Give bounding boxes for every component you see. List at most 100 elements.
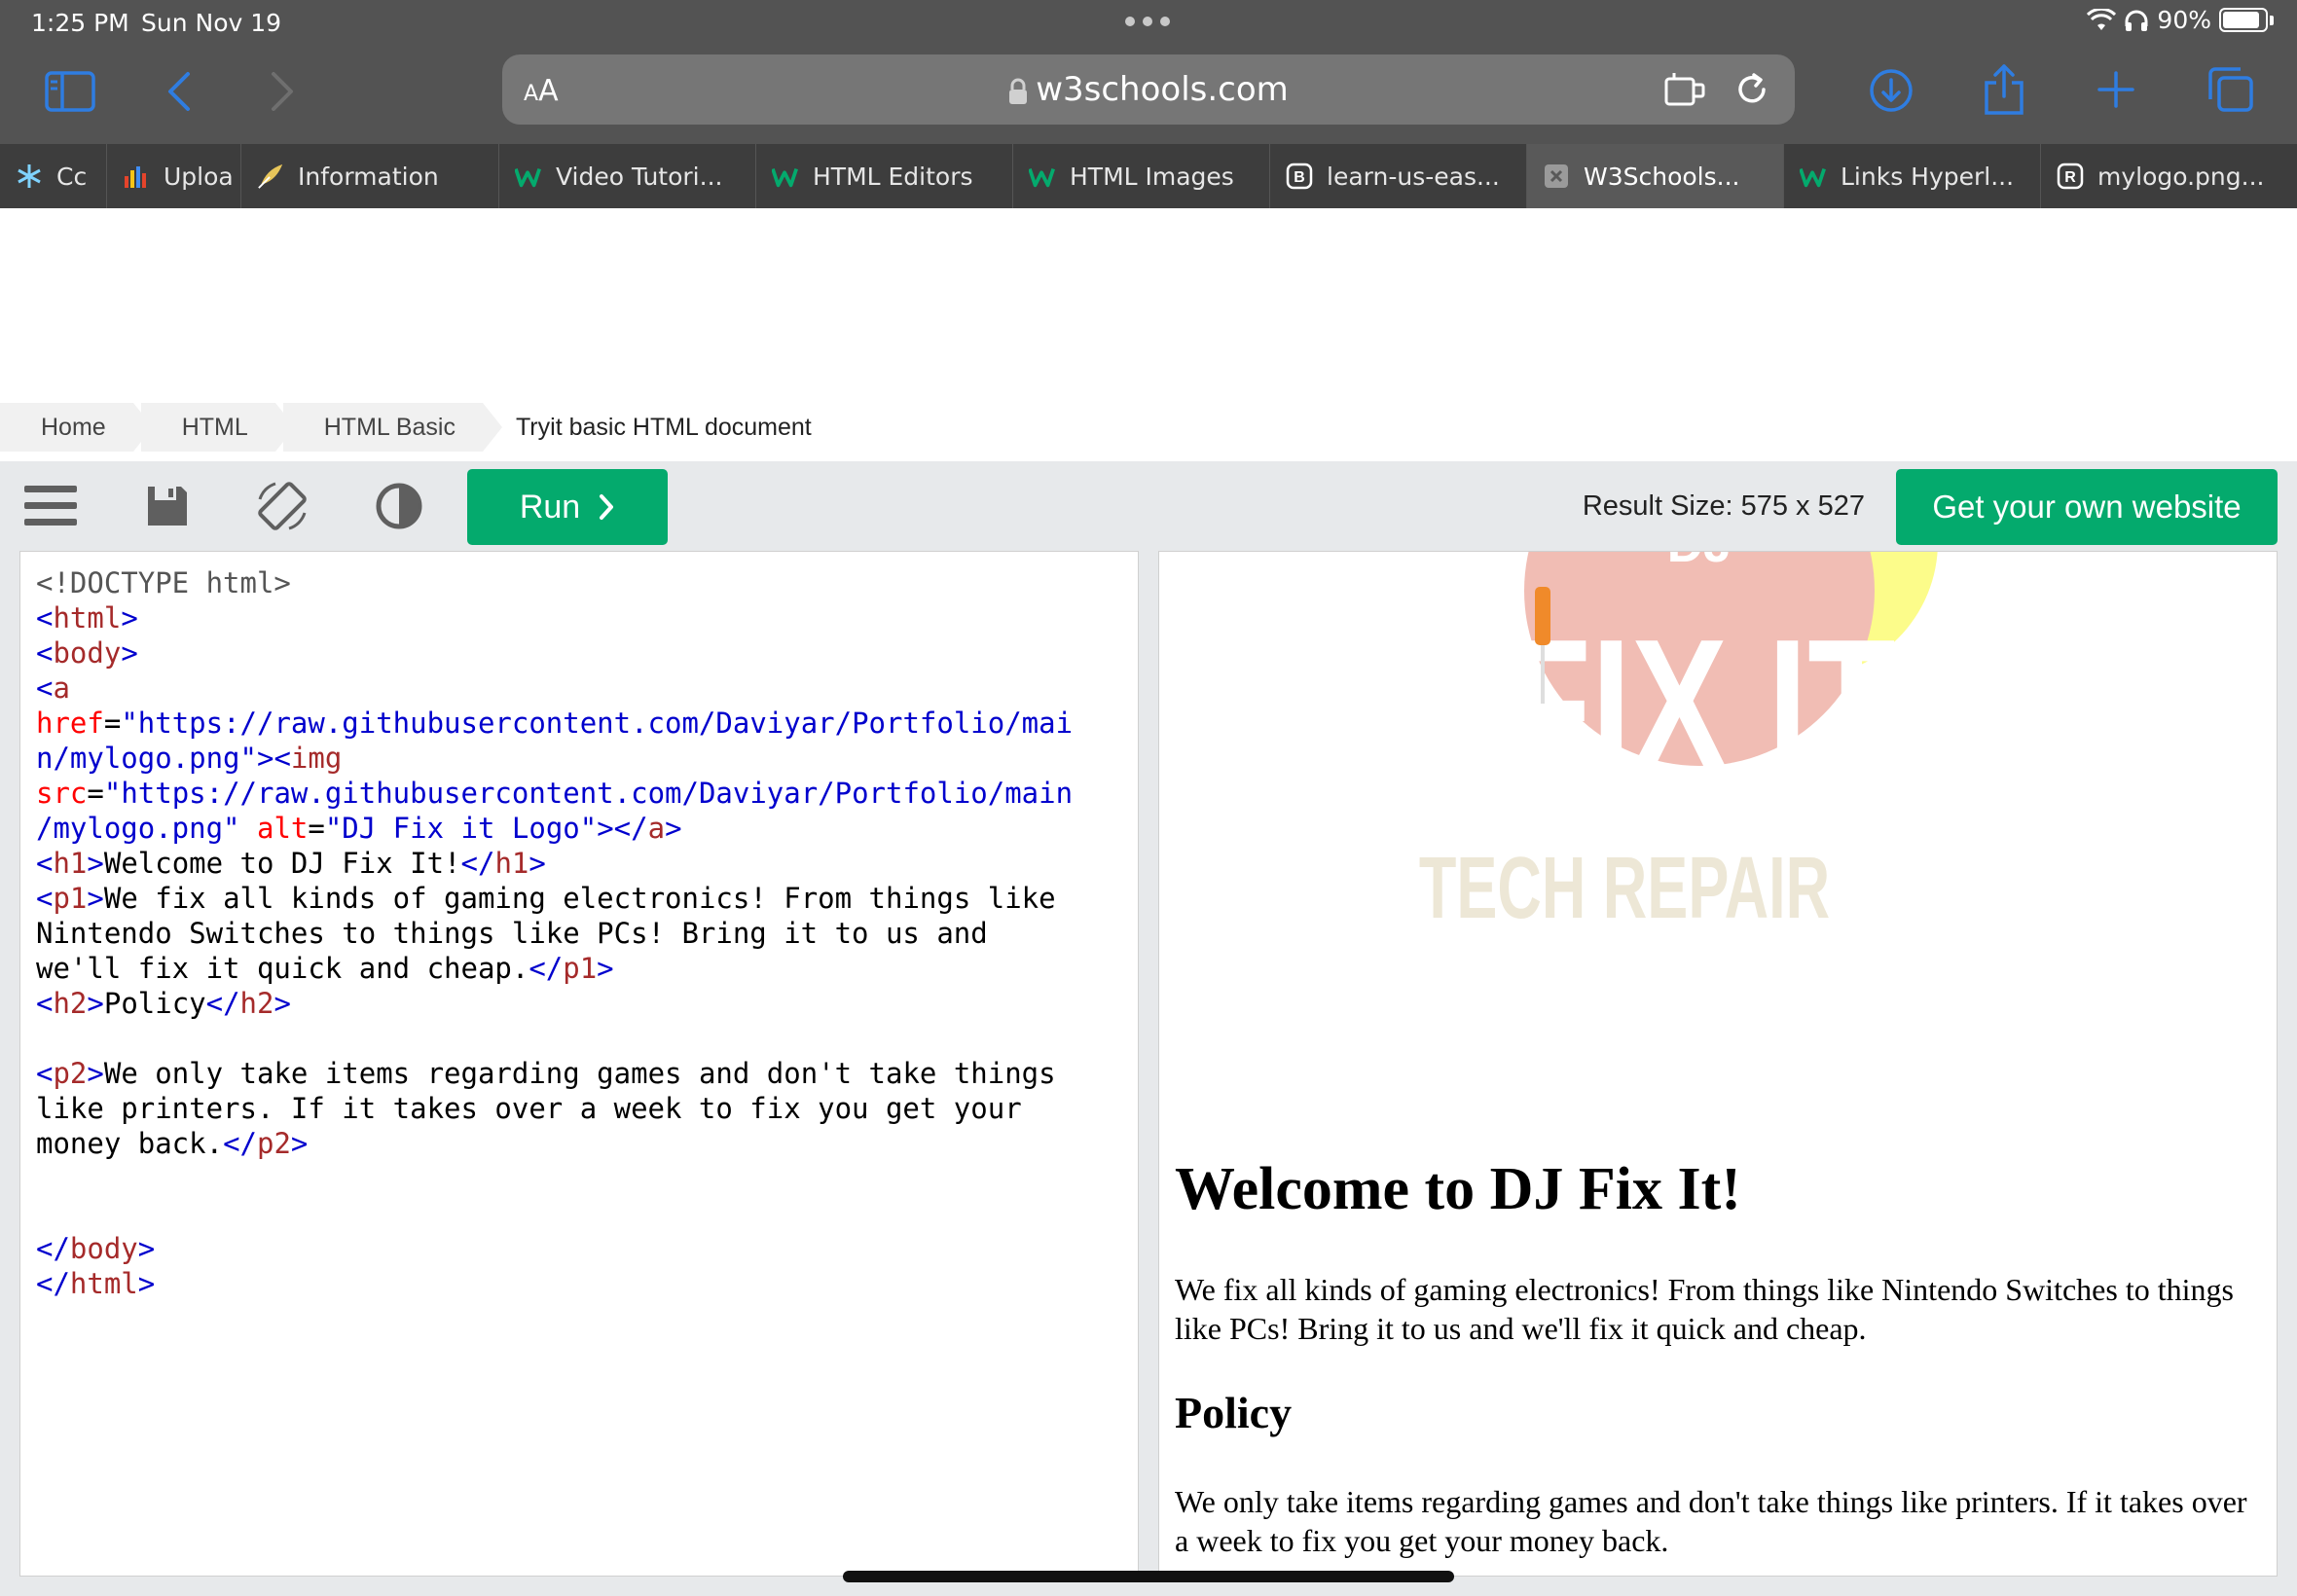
result-subheading: Policy — [1175, 1388, 1293, 1437]
w3schools-icon — [1800, 163, 1827, 190]
tab-label: HTML Images — [1070, 162, 1234, 191]
tab-8-active[interactable]: W3Schools... — [1527, 144, 1784, 208]
tab-label: Cc — [56, 162, 88, 191]
tab-label: Video Tutori... — [556, 162, 723, 191]
wifi-icon — [2087, 8, 2117, 30]
tab-4[interactable]: Video Tutori... — [499, 144, 756, 208]
feather-icon — [257, 163, 284, 190]
save-icon[interactable] — [136, 475, 199, 537]
tab-label: Links Hyperl... — [1841, 162, 2015, 191]
w3schools-icon — [772, 163, 799, 190]
reload-icon[interactable] — [1731, 68, 1773, 111]
code-line: we'll fix it quick and cheap.</p1> — [36, 952, 614, 985]
browser-toolbar: AA w3schools.com — [0, 45, 2297, 144]
tab-overview-icon[interactable] — [2206, 64, 2256, 115]
code-line: src="https://raw.githubusercontent.com/D… — [36, 777, 1074, 810]
letter-b-icon: B — [1286, 163, 1313, 190]
logo-image-link[interactable]: DJ FIX IT TECH REPAIR — [1159, 552, 2277, 1155]
result-heading: Welcome to DJ Fix It! — [1175, 1156, 1741, 1222]
tab-5[interactable]: HTML Editors — [756, 144, 1013, 208]
code-line: <p2>We only take items regarding games a… — [36, 1057, 1056, 1090]
code-line: <html> — [36, 601, 138, 635]
code-line: </html> — [36, 1267, 156, 1300]
new-tab-icon[interactable] — [2093, 66, 2139, 113]
result-size-label: Result Size: 575 x 527 — [1582, 490, 1865, 522]
tab-label: Information — [298, 162, 439, 191]
run-button[interactable]: Run — [467, 469, 668, 545]
tab-bar: Cc Uploa Information Video Tutori... HTM… — [0, 144, 2297, 208]
w3schools-icon — [1029, 163, 1056, 190]
breadcrumb-home[interactable]: Home — [0, 403, 153, 452]
screwdriver-handle — [1535, 587, 1550, 645]
snowflake-icon — [16, 163, 43, 190]
tab-2[interactable]: Uploa — [107, 144, 241, 208]
tab-1[interactable]: Cc — [0, 144, 107, 208]
dj-fix-it-logo: DJ FIX IT TECH REPAIR — [1419, 552, 1938, 937]
tab-9[interactable]: Links Hyperl... — [1784, 144, 2041, 208]
breadcrumb-current: Tryit basic HTML document — [515, 413, 812, 441]
code-line: <p1>We fix all kinds of gaming electroni… — [36, 882, 1056, 915]
logo-top-text: DJ — [1667, 552, 1732, 573]
code-editor[interactable]: <!DOCTYPE html> <html> <body> <a href="h… — [19, 551, 1139, 1577]
tab-10[interactable]: R mylogo.png... — [2041, 144, 2297, 208]
logo-sub-text: TECH REPAIR — [1419, 840, 1830, 937]
url-text[interactable]: w3schools.com — [1036, 70, 1289, 109]
sidebar-icon[interactable] — [43, 68, 97, 115]
code-line: </body> — [36, 1232, 156, 1265]
lock-icon — [1009, 78, 1028, 104]
battery-icon — [2219, 8, 2268, 32]
tab-label: learn-us-eas... — [1327, 162, 1500, 191]
multitasking-dots-icon[interactable] — [1125, 17, 1170, 26]
code-line: <!DOCTYPE html> — [36, 566, 291, 599]
menu-icon[interactable] — [19, 475, 82, 537]
code-line: money back.</p2> — [36, 1127, 309, 1160]
breadcrumb: Home HTML HTML Basic Tryit basic HTML do… — [0, 403, 812, 452]
result-frame[interactable]: DJ FIX IT TECH REPAIR Welcome to DJ Fix … — [1158, 551, 2278, 1577]
code-line: <h1>Welcome to DJ Fix It!</h1> — [36, 847, 546, 880]
letter-r-icon: R — [2057, 163, 2084, 190]
breadcrumb-html-basic[interactable]: HTML Basic — [282, 403, 503, 452]
tab-3[interactable]: Information — [241, 144, 499, 208]
status-indicators: 90% — [2087, 6, 2274, 34]
forward-icon[interactable] — [259, 68, 306, 115]
status-date: Sun Nov 19 — [141, 9, 282, 37]
code-line: href="https://raw.githubusercontent.com/… — [36, 707, 1074, 740]
code-line: like printers. If it takes over a week t… — [36, 1092, 1022, 1125]
battery-percent: 90% — [2157, 6, 2211, 34]
home-indicator[interactable] — [843, 1571, 1454, 1582]
screwdriver-shaft — [1541, 645, 1545, 704]
back-icon[interactable] — [156, 68, 202, 115]
theme-toggle-icon[interactable] — [368, 475, 430, 537]
address-bar[interactable]: AA w3schools.com — [502, 54, 1795, 125]
tab-label: HTML Editors — [813, 162, 973, 191]
tryit-toolbar: Run Result Size: 575 x 527 Get your own … — [0, 461, 2297, 551]
tab-7[interactable]: B learn-us-eas... — [1270, 144, 1527, 208]
breadcrumb-html[interactable]: HTML — [140, 403, 295, 452]
code-line: <h2>Policy</h2> — [36, 987, 291, 1020]
share-icon[interactable] — [1980, 62, 2028, 117]
result-paragraph-2: We only take items regarding games and d… — [1175, 1484, 2247, 1558]
logo-main-text: FIX IT — [1503, 601, 1895, 808]
status-time: 1:25 PM — [31, 9, 129, 37]
code-line: n/mylogo.png"><img — [36, 742, 343, 775]
w3schools-icon — [515, 163, 542, 190]
get-own-website-button[interactable]: Get your own website — [1896, 469, 2278, 545]
svg-text:B: B — [1294, 169, 1305, 186]
code-line: /mylogo.png" alt="DJ Fix it Logo"></a> — [36, 812, 682, 845]
tab-6[interactable]: HTML Images — [1013, 144, 1270, 208]
code-line: Nintendo Switches to things like PCs! Br… — [36, 917, 988, 950]
chevron-right-icon — [600, 494, 614, 520]
tab-label: mylogo.png... — [2097, 162, 2265, 191]
downloads-icon[interactable] — [1867, 66, 1915, 115]
bar-chart-icon — [123, 163, 150, 190]
tab-label: Uploa — [164, 162, 234, 191]
code-line: <body> — [36, 636, 138, 670]
svg-text:R: R — [2064, 169, 2076, 186]
status-bar: 1:25 PM Sun Nov 19 90% — [0, 0, 2297, 45]
rotate-orientation-icon[interactable] — [251, 475, 313, 537]
close-icon[interactable] — [1543, 163, 1570, 190]
extensions-icon[interactable] — [1662, 68, 1709, 111]
